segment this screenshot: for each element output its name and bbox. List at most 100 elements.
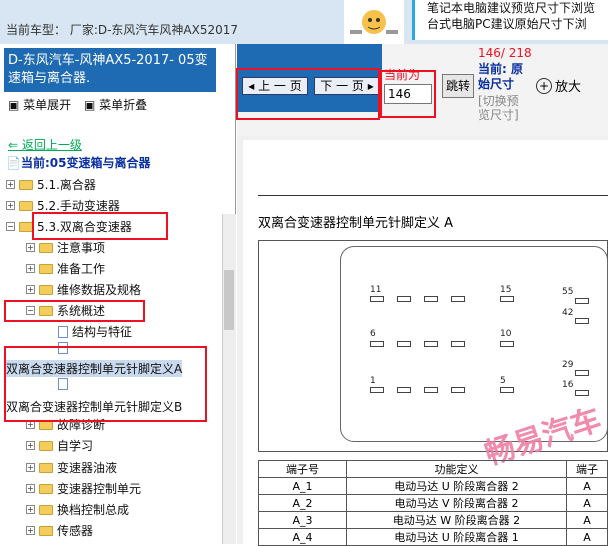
pin-label: 11 <box>370 285 382 295</box>
tree-label: 5.1.离合器 <box>37 178 96 192</box>
folder-icon <box>39 284 53 295</box>
pin <box>451 341 465 347</box>
folder-icon <box>19 200 33 211</box>
tree-item-preparation[interactable]: + 准备工作 <box>26 260 105 277</box>
table-row: A_1 电动马达 U 阶段离合器 2 A <box>258 477 608 495</box>
switch-size-link[interactable]: [切换预览尺寸] <box>478 94 526 122</box>
pin-label: 29 <box>562 360 574 370</box>
highlight-box <box>4 346 207 422</box>
expand-plus-icon[interactable]: + <box>26 463 35 472</box>
tree-item-clutch[interactable]: +5.1.离合器 <box>6 176 96 193</box>
pin <box>370 387 384 393</box>
pin-label: 15 <box>500 285 512 295</box>
current-section-label: 当前:05变速箱与离合器 <box>20 156 151 170</box>
size-banner: 笔记本电脑建议预览尺寸下浏览 台式电脑PC建议原始尺寸下浏 <box>412 0 608 40</box>
menu-collapse-button[interactable]: ▣ 菜单折叠 <box>84 96 147 113</box>
back-arrow-icon: ⇐ <box>8 138 19 152</box>
table-cell: 电动马达 U 阶段离合器 1 <box>346 528 567 546</box>
pin <box>424 296 438 302</box>
zoom-in-icon: + <box>536 77 552 94</box>
table-row: A_2 电动马达 V 阶段离合器 2 A <box>258 494 608 512</box>
pin-label: 1 <box>370 376 376 386</box>
pin <box>575 370 589 376</box>
highlight-box <box>4 300 145 322</box>
tree-item-notes[interactable]: + 注意事项 <box>26 239 105 256</box>
highlight-box <box>380 70 436 118</box>
table-header: 功能定义 <box>346 460 567 478</box>
menu-collapse-label: 菜单折叠 <box>99 98 148 112</box>
zoom-button[interactable]: + 放大 <box>536 76 581 95</box>
folder-icon <box>39 525 53 536</box>
tree-label: 注意事项 <box>57 241 106 255</box>
tree-item-shifter[interactable]: + 换档控制总成 <box>26 501 129 518</box>
folder-icon <box>19 221 33 232</box>
pin <box>451 387 465 393</box>
tree-label: 变速器控制单元 <box>57 482 142 496</box>
pin-label: 5 <box>500 376 506 386</box>
tree-label: 变速器油液 <box>57 461 118 475</box>
mechanic-logo <box>344 0 404 44</box>
folder-icon <box>19 179 33 190</box>
table-cell: 电动马达 W 阶段离合器 2 <box>346 511 567 529</box>
pin <box>424 387 438 393</box>
expand-plus-icon[interactable]: + <box>6 201 15 210</box>
table-cell: A <box>566 511 608 529</box>
tree-item-structure[interactable]: 结构与特征 <box>58 323 132 340</box>
vehicle-info: 当前车型： 厂家:D-东风汽车风神AX52017 <box>6 23 239 37</box>
tree-item-tcu[interactable]: + 变速器控制单元 <box>26 480 141 497</box>
tree-label: 准备工作 <box>57 262 106 276</box>
folder-icon <box>39 263 53 274</box>
left-panel-title: D-东风汽车-风神AX5-2017- 05变速箱与离合器. <box>4 48 216 92</box>
page-count: 146/ 218 <box>478 46 532 60</box>
tree-item-self-learning[interactable]: + 自学习 <box>26 437 93 454</box>
pin <box>575 318 589 324</box>
table-cell: 电动马达 V 阶段离合器 2 <box>346 494 567 512</box>
expand-plus-icon[interactable]: + <box>26 264 35 273</box>
divider <box>258 195 608 196</box>
tree-item-fluid[interactable]: + 变速器油液 <box>26 459 117 476</box>
pin <box>370 341 384 347</box>
expand-plus-icon[interactable]: + <box>26 526 35 535</box>
expand-plus-icon[interactable]: + <box>26 441 35 450</box>
pin-label: 42 <box>562 308 574 318</box>
folder-icon <box>39 440 53 451</box>
tree-label: 换档控制总成 <box>57 503 130 517</box>
current-section: 📄当前:05变速箱与离合器 <box>6 154 150 171</box>
tree-item-specs[interactable]: + 维修数据及规格 <box>26 281 141 298</box>
pin <box>397 296 411 302</box>
expand-plus-icon[interactable]: + <box>26 243 35 252</box>
zoom-label: 放大 <box>555 80 582 95</box>
left-scrollbar[interactable] <box>222 214 236 544</box>
back-link[interactable]: ⇐ 返回上一级 <box>8 136 82 153</box>
document-title: 双离合变速器控制单元针脚定义 A <box>258 216 454 231</box>
pin-label: 10 <box>500 329 512 339</box>
collapse-minus-icon[interactable]: − <box>6 222 15 231</box>
pin-label: 55 <box>562 287 574 297</box>
table-cell: A_3 <box>258 511 347 529</box>
expand-plus-icon[interactable]: + <box>26 505 35 514</box>
pin <box>397 341 411 347</box>
menu-expand-button[interactable]: ▣ 菜单展开 <box>8 96 71 113</box>
expand-plus-icon[interactable]: + <box>26 285 35 294</box>
pin <box>500 341 514 347</box>
current-size-label: 当前: 原始尺寸 <box>478 62 523 91</box>
folder-icon <box>39 483 53 494</box>
folder-icon <box>39 242 53 253</box>
table-cell: A_1 <box>258 477 347 495</box>
left-scrollbar-thumb[interactable] <box>224 270 234 330</box>
table-header: 端子号 <box>258 460 347 478</box>
jump-button[interactable]: 跳转 <box>442 74 474 98</box>
highlight-box <box>236 68 380 120</box>
document-icon <box>58 325 68 338</box>
folder-icon <box>39 462 53 473</box>
tree-item-sensors[interactable]: + 传感器 <box>26 522 93 539</box>
pin <box>500 296 514 302</box>
expand-plus-icon[interactable]: + <box>6 180 15 189</box>
expand-plus-icon[interactable]: + <box>26 484 35 493</box>
table-cell: A <box>566 477 608 495</box>
banner-line-2: 台式电脑PC建议原始尺寸下浏 <box>427 17 587 31</box>
pin <box>500 387 514 393</box>
current-folder-icon: 📄 <box>6 156 21 170</box>
table-row: A_3 电动马达 W 阶段离合器 2 A <box>258 511 608 529</box>
tree-label: 自学习 <box>57 439 94 453</box>
